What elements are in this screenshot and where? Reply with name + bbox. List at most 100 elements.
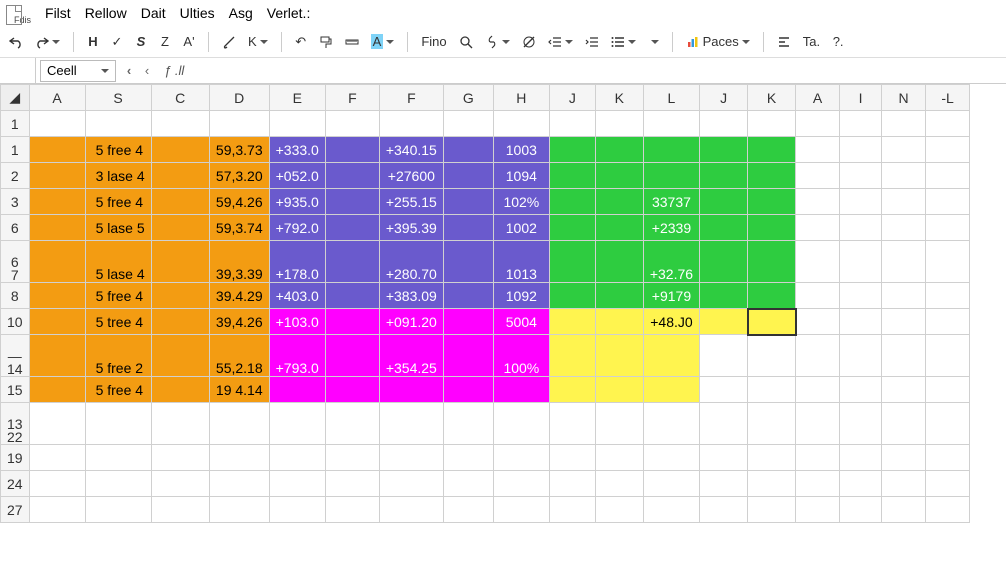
cell[interactable] (882, 309, 926, 335)
cell[interactable] (379, 445, 443, 471)
search-icon[interactable] (456, 31, 476, 53)
cell[interactable] (443, 283, 493, 309)
cell[interactable] (840, 111, 882, 137)
cell[interactable]: +340.15 (379, 137, 443, 163)
cell[interactable]: +103.0 (269, 309, 325, 335)
cell[interactable] (700, 241, 748, 283)
cell[interactable] (151, 137, 209, 163)
cell[interactable] (595, 163, 643, 189)
cell[interactable] (926, 497, 970, 523)
cell[interactable] (151, 309, 209, 335)
cell[interactable] (443, 137, 493, 163)
cell[interactable] (840, 163, 882, 189)
cell[interactable] (700, 445, 748, 471)
menu-asg[interactable]: Asg (229, 5, 253, 21)
cell[interactable]: +255.15 (379, 189, 443, 215)
cell[interactable] (643, 403, 699, 445)
cell[interactable] (882, 497, 926, 523)
tool-ta[interactable]: Ta. (800, 31, 823, 53)
row-header[interactable]: 27 (1, 497, 30, 523)
row-header[interactable]: 10 (1, 309, 30, 335)
cell[interactable] (700, 215, 748, 241)
cell[interactable] (882, 189, 926, 215)
cell[interactable]: +091.20 (379, 309, 443, 335)
tool-q[interactable]: ?. (829, 31, 847, 53)
format-paint-icon[interactable] (316, 31, 336, 53)
cell[interactable]: +333.0 (269, 137, 325, 163)
cell[interactable] (29, 241, 85, 283)
cell[interactable] (700, 497, 748, 523)
cell[interactable] (882, 377, 926, 403)
cell[interactable] (151, 445, 209, 471)
cell[interactable]: 59,3.74 (209, 215, 269, 241)
cell[interactable] (840, 215, 882, 241)
cell[interactable] (325, 309, 379, 335)
cell[interactable] (882, 283, 926, 309)
cell[interactable]: 39,4.26 (209, 309, 269, 335)
cell[interactable] (748, 471, 796, 497)
cell[interactable] (493, 403, 549, 445)
cell[interactable] (796, 111, 840, 137)
cell[interactable] (595, 497, 643, 523)
col-header[interactable]: N (882, 85, 926, 111)
cell[interactable] (443, 241, 493, 283)
cell[interactable] (443, 309, 493, 335)
cell[interactable] (926, 283, 970, 309)
cell[interactable] (882, 471, 926, 497)
cell[interactable] (926, 137, 970, 163)
cell[interactable] (700, 377, 748, 403)
cell[interactable] (549, 403, 595, 445)
cell[interactable]: +935.0 (269, 189, 325, 215)
cell[interactable] (840, 403, 882, 445)
cell[interactable] (549, 241, 595, 283)
fx-function-label[interactable]: ƒ .ll (164, 63, 184, 78)
more-icon[interactable] (645, 31, 662, 53)
cell[interactable] (926, 163, 970, 189)
cell[interactable] (796, 283, 840, 309)
cell[interactable] (796, 445, 840, 471)
cell[interactable]: 19 4.14 (209, 377, 269, 403)
cell[interactable] (85, 403, 151, 445)
cell[interactable] (493, 445, 549, 471)
highlight-a[interactable]: A (368, 31, 398, 53)
tool-paces[interactable]: Paces (683, 31, 753, 53)
cell[interactable] (796, 335, 840, 377)
cell[interactable] (926, 189, 970, 215)
cell[interactable] (325, 189, 379, 215)
col-header[interactable]: G (443, 85, 493, 111)
cell[interactable] (325, 403, 379, 445)
cell[interactable] (700, 189, 748, 215)
undo-icon[interactable] (6, 31, 26, 53)
cell[interactable] (443, 471, 493, 497)
cell[interactable] (643, 471, 699, 497)
col-header[interactable]: S (85, 85, 151, 111)
cell[interactable] (325, 215, 379, 241)
cell[interactable] (151, 163, 209, 189)
cell[interactable]: +793.0 (269, 335, 325, 377)
outdent-icon[interactable] (545, 31, 576, 53)
cell[interactable] (840, 497, 882, 523)
fx-fwd[interactable]: ‹ (138, 63, 156, 78)
spreadsheet-grid[interactable]: ◢ A S C D E F F G H J K L J K A I N -L 1… (0, 84, 1006, 523)
row-header[interactable]: 24 (1, 471, 30, 497)
cell[interactable] (700, 283, 748, 309)
cell[interactable] (748, 377, 796, 403)
cell[interactable] (840, 377, 882, 403)
cell[interactable] (882, 215, 926, 241)
cell[interactable]: +27600 (379, 163, 443, 189)
cell[interactable]: +178.0 (269, 241, 325, 283)
cell[interactable] (700, 111, 748, 137)
cell[interactable] (700, 309, 748, 335)
cell[interactable] (29, 189, 85, 215)
cell[interactable]: 39,3.39 (209, 241, 269, 283)
menu-dait[interactable]: Dait (141, 5, 166, 21)
cell[interactable] (269, 111, 325, 137)
cell[interactable] (748, 137, 796, 163)
cell[interactable] (325, 445, 379, 471)
cell[interactable] (493, 377, 549, 403)
col-header[interactable]: I (840, 85, 882, 111)
cell[interactable] (882, 241, 926, 283)
cell[interactable] (643, 137, 699, 163)
cell[interactable] (549, 471, 595, 497)
cell[interactable] (595, 377, 643, 403)
